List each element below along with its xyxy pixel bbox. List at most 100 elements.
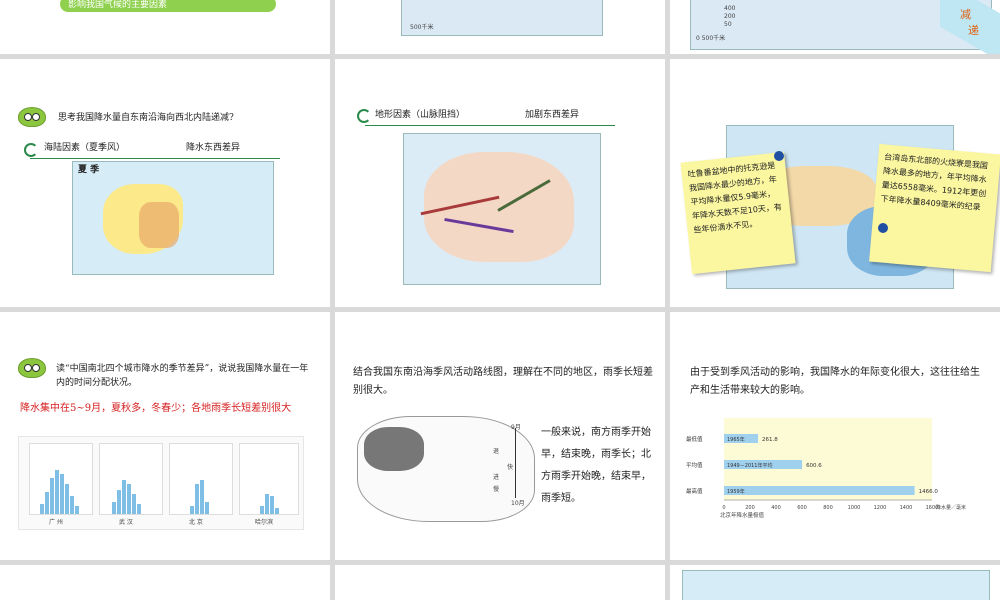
category-label: 平均值 [686, 461, 703, 469]
rain-bar [122, 480, 126, 514]
climate-chart-wuhan [99, 443, 163, 515]
slide-thumbnail-7[interactable]: 读“中国南北四个城市降水的季节差异”，说说我国降水量在一年内的时间分配状况。 降… [0, 312, 330, 560]
rain-bar [117, 490, 121, 514]
map-scale: 0 500千米 [696, 35, 726, 42]
rain-bar [70, 496, 74, 514]
city-label: 哈尔滨 [255, 519, 274, 526]
map-scale: 500千米 [410, 24, 434, 31]
sticky-note-huoshaoliao: 台湾岛东北部的火烧寮是我国降水最多的地方，年平均降水量达6558毫米。1912年… [869, 143, 1000, 273]
slide-thumbnail-8[interactable]: 结合我国东南沿海季风活动路线图，理解在不同的地区，雨季长短差别很大。 9月 退 … [335, 312, 665, 560]
map-title: 夏 季 [78, 165, 100, 175]
legend-50: 50 [724, 21, 732, 28]
rain-bar [260, 506, 264, 514]
axis-tick-label: 600 [797, 505, 807, 511]
topic-pill: 影响我国气候的主要因素 [60, 0, 276, 12]
legend-400: 400 [724, 5, 736, 12]
annual-precipitation-chart: 最低值 1965年 261.8 平均值 1949－2011年平均 600.6 最高值 1959… [686, 434, 966, 519]
axis-label: 快 [507, 464, 514, 471]
question-text: 思考我国降水量自东南沿海向西北内陆递减? [58, 113, 234, 123]
rain-bar [275, 508, 279, 514]
climate-chart-beijing [169, 443, 233, 515]
slide-thumbnail-2[interactable]: 500千米 [335, 0, 665, 54]
climate-chart-harbin [239, 443, 299, 515]
rain-bar [45, 492, 49, 514]
rain-bar [127, 484, 131, 514]
rain-bar [205, 502, 209, 514]
mascot-icon [18, 358, 46, 378]
factor-label: 海陆因素（夏季风） [44, 143, 126, 153]
summer-monsoon-map [72, 161, 274, 275]
slide-thumbnail-12[interactable] [670, 565, 1000, 600]
axis-tick-label: 200 [745, 505, 755, 511]
slide-thumbnail-6[interactable]: 吐鲁番盆地中的托克逊是我国降水最少的地方，年平均降水量仅5.9毫米，年降水天数不… [670, 59, 1000, 307]
rain-bar [50, 478, 54, 514]
slide-thumbnail-10[interactable] [0, 565, 330, 600]
axis-tick-label: 1400 [900, 505, 913, 511]
slide-thumbnail-9[interactable]: 由于受到季风活动的影响，我国降水的年际变化很大，这往往给生产和生活带来较大的影响… [670, 312, 1000, 560]
slide-thumbnail-1[interactable]: 影响我国气候的主要因素 [0, 0, 330, 54]
effect-label: 加剧东西差异 [525, 110, 580, 120]
axis-tick-label: 0 [722, 505, 725, 511]
rain-bar [265, 494, 269, 514]
value-label: 261.8 [762, 437, 778, 443]
rain-bar [190, 506, 194, 514]
effect-label: 降水东西差异 [186, 143, 241, 153]
axis-unit-label: 降水量／毫米 [936, 504, 966, 511]
underline-arrow [30, 158, 280, 159]
shaded-region [364, 427, 424, 471]
rain-bar [60, 474, 64, 514]
rain-bar [137, 504, 141, 514]
terrain-mountain-map [403, 133, 601, 285]
monsoon-region [139, 202, 179, 248]
rain-bar [112, 502, 116, 514]
legend-200: 200 [724, 13, 736, 20]
axis-tick-label: 1200 [874, 505, 887, 511]
slide-thumbnail-11[interactable] [335, 565, 665, 600]
rain-bar [55, 470, 59, 514]
question-text: 读“中国南北四个城市降水的季节差异”，说说我国降水量在一年内的时间分配状况。 [56, 364, 309, 388]
city-label: 广 州 [49, 519, 63, 526]
axis-label: 进 [493, 474, 500, 481]
rain-bar [75, 506, 79, 514]
precip-bar [724, 486, 915, 495]
rain-bar [132, 494, 136, 514]
sticky-note-turpan: 吐鲁番盆地中的托克逊是我国降水最少的地方，年平均降水量仅5.9毫米，年降水天数不… [680, 151, 796, 275]
bar-tag-label: 1965年 [727, 436, 745, 443]
season-axis [515, 428, 516, 498]
axis-tick-label: 1000 [848, 505, 861, 511]
city-label: 武 汉 [119, 519, 133, 526]
slide-thumbnail-4[interactable]: 思考我国降水量自东南沿海向西北内陆递减? 海陆因素（夏季风） 降水东西差异 夏 … [0, 59, 330, 307]
value-label: 1466.0 [919, 489, 939, 495]
axis-tick-label: 400 [771, 505, 781, 511]
rain-bar [200, 480, 204, 514]
bar-tag-label: 1949－2011年平均 [727, 462, 772, 469]
pushpin-icon [774, 151, 784, 161]
slide-thumbnail-5[interactable]: 地形因素（山脉阻挡） 加剧东西差异 [335, 59, 665, 307]
mascot-icon [18, 107, 46, 127]
city-label: 北 京 [189, 519, 203, 526]
bar-tag-label: 1959年 [727, 488, 745, 495]
category-label: 最低值 [686, 435, 703, 443]
underline-arrow [365, 125, 615, 126]
map-preview [682, 570, 990, 600]
explain-text: 一般来说，南方雨季开始早，结束晚，雨季长；北方雨季开始晚，结束早，雨季短。 [541, 427, 651, 504]
axis-tick-label: 800 [823, 505, 833, 511]
value-label: 600.6 [806, 463, 822, 469]
rain-bar [270, 496, 274, 514]
rain-bar [40, 504, 44, 514]
category-label: 最高值 [686, 487, 703, 495]
slide-thumbnail-3[interactable]: 400 200 50 0 500千米 减 递 [670, 0, 1000, 54]
axis-label: 9月 [511, 424, 521, 431]
rain-bar [195, 484, 199, 514]
factor-label: 地形因素（山脉阻挡） [375, 110, 466, 120]
climate-chart-guangzhou [29, 443, 93, 515]
pushpin-icon [878, 223, 888, 233]
chart-caption: 北京年降水量极值 [720, 511, 765, 519]
axis-label: 慢 [493, 486, 500, 493]
intro-text: 由于受到季风活动的影响，我国降水的年际变化很大，这往往给生产和生活带来较大的影响… [690, 367, 980, 396]
axis-label: 退 [493, 448, 500, 455]
banner-char-di: 递 [968, 24, 979, 37]
banner-char-jian: 减 [960, 8, 971, 21]
arrow-curl-icon [24, 143, 38, 157]
answer-text: 降水集中在5~9月，夏秋多，冬春少；各地雨季长短差别很大 [20, 403, 292, 414]
